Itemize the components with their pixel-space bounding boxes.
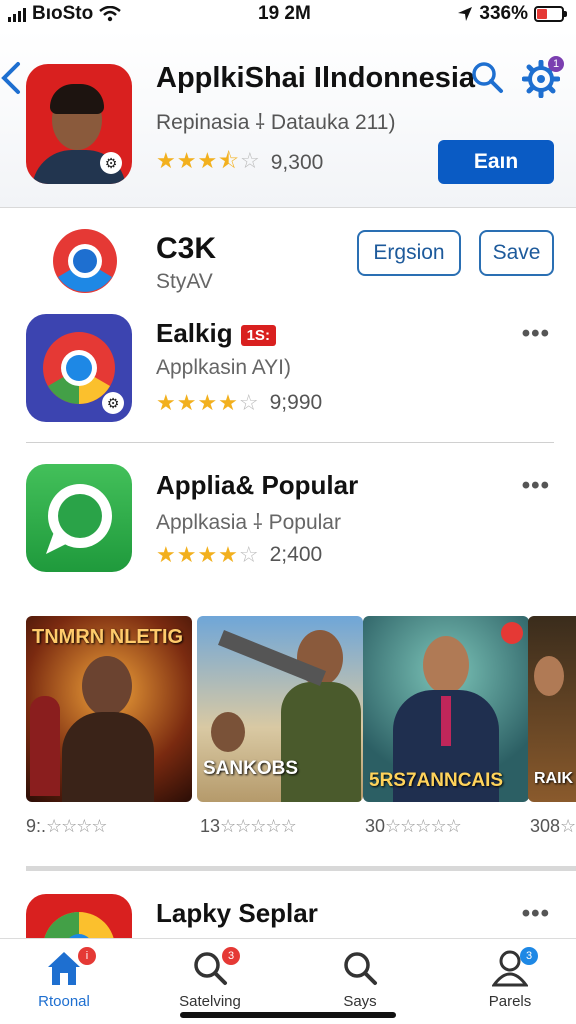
- tab-label: Rtoonal: [38, 993, 90, 1010]
- tab-label: Parels: [488, 993, 532, 1010]
- carousel-card[interactable]: 5RS7ANNCAIS: [363, 616, 529, 802]
- new-tag: 1S:: [240, 324, 276, 346]
- card-rating: 13☆☆☆☆☆: [200, 816, 297, 837]
- tab-search[interactable]: 3 Satelving: [150, 945, 270, 1015]
- featured-app-header: ⚙ ApplkiShai Ilndonnesia Repinasia ⸸ Dat…: [0, 30, 576, 208]
- notification-badge: 3: [520, 947, 538, 965]
- card-title: TNMRN NLETIG: [32, 626, 184, 648]
- clock: 19 2M: [258, 3, 311, 24]
- rating-value: 9:.: [26, 816, 47, 836]
- rating-value: 308: [530, 816, 561, 836]
- rating-count: 9;990: [269, 391, 323, 414]
- app-subtitle: Applkasin AYI): [156, 356, 292, 379]
- app-icon[interactable]: ⚙: [26, 314, 132, 422]
- tab-says[interactable]: Says: [300, 945, 420, 1015]
- star-rating: ★★★★☆: [156, 390, 260, 415]
- star-rating: ☆: [560, 816, 576, 836]
- star-rating: ★★★⯪☆: [156, 148, 261, 173]
- chat-bubble-icon: [46, 484, 112, 554]
- card-title: SANKOBS: [203, 758, 299, 779]
- carousel-card[interactable]: SANKOBS: [197, 616, 363, 802]
- rating-row: ★★★★☆ 2;400: [156, 542, 322, 568]
- carrier-label: BıoSto: [32, 3, 94, 24]
- app-subtitle: Applkasia ⸸ Popular: [156, 511, 341, 534]
- app-subtitle: StyAV: [156, 270, 213, 293]
- tab-label: Satelving: [179, 993, 241, 1010]
- card-rating: 9:.☆☆☆☆: [26, 816, 108, 837]
- save-button[interactable]: Save: [479, 230, 554, 276]
- search-icon[interactable]: [470, 60, 504, 94]
- tab-profile[interactable]: 3 Parels: [450, 945, 570, 1015]
- card-title: RAIK: [534, 770, 574, 787]
- star-rating: ☆☆☆☆☆: [220, 816, 297, 836]
- home-indicator: [180, 1012, 396, 1018]
- list-item[interactable]: Lapky Seplar •••: [0, 892, 576, 938]
- rating-row: ★★★★☆ 9;990: [156, 390, 322, 416]
- star-rating: ☆☆☆☆☆: [385, 816, 462, 836]
- tab-home[interactable]: i Rtoonal: [4, 945, 124, 1015]
- carousel-card[interactable]: RAIK: [528, 616, 576, 802]
- get-button[interactable]: Eaın: [438, 140, 554, 184]
- card-rating: 30☆☆☆☆☆: [365, 816, 462, 837]
- wifi-icon: [99, 6, 121, 22]
- app-icon[interactable]: [26, 464, 132, 572]
- settings-button[interactable]: 1: [522, 56, 564, 98]
- app-subtitle: Repinasia ⸸ Datauka 211): [156, 111, 396, 134]
- app-title: Ealkig 1S:: [156, 318, 276, 349]
- app-title: Applia& Popular: [156, 470, 359, 500]
- version-button[interactable]: Ergsion: [357, 230, 461, 276]
- rating-count: 2;400: [269, 543, 323, 566]
- star-rating: ☆☆☆☆: [46, 816, 108, 836]
- rating-row: ★★★⯪☆ 9,300: [156, 144, 323, 182]
- list-item: C3K StyAV Ergsion Save: [0, 208, 576, 308]
- list-item[interactable]: Applia& Popular Applkasia ⸸ Popular ★★★★…: [0, 462, 576, 586]
- card-title: 5RS7ANNCAIS: [369, 770, 504, 791]
- featured-app-icon[interactable]: ⚙: [26, 64, 132, 184]
- battery-icon: [534, 6, 567, 22]
- page-title: ApplkiShai Ilndonnesia: [156, 62, 476, 94]
- battery-percent: 336%: [479, 3, 528, 24]
- more-options-button[interactable]: •••: [522, 900, 550, 928]
- list-item[interactable]: ⚙ Ealkig 1S: Applkasin AYI) ★★★★☆ 9;990 •…: [0, 312, 576, 436]
- more-options-button[interactable]: •••: [522, 472, 550, 500]
- star-rating: ★★★★☆: [156, 542, 260, 567]
- browser-logo-icon: [53, 229, 117, 293]
- featured-carousel[interactable]: TNMRN NLETIG SANKOBS 5RS7ANNCAIS RAIK 9:…: [26, 616, 576, 846]
- rating-value: 13: [200, 816, 221, 836]
- gear-badge-icon: ⚙: [100, 152, 122, 174]
- status-bar: BıoSto 19 2M 336%: [0, 0, 576, 30]
- divider: [26, 442, 554, 443]
- carousel-card[interactable]: TNMRN NLETIG: [26, 616, 192, 802]
- chrome-icon: [44, 912, 114, 938]
- tab-label: Says: [343, 993, 377, 1010]
- app-title: Lapky Seplar: [156, 898, 318, 928]
- signal-icon: [8, 6, 26, 22]
- settings-badge: 1: [548, 56, 564, 72]
- back-chevron-icon[interactable]: [0, 58, 22, 98]
- rating-value: 30: [365, 816, 386, 836]
- rating-count: 9,300: [270, 151, 324, 174]
- app-title: C3K: [156, 232, 217, 265]
- section-divider: [26, 866, 576, 871]
- app-title-text: Ealkig: [156, 318, 233, 348]
- gear-badge-icon: ⚙: [102, 392, 124, 414]
- card-rating: 308☆: [530, 816, 576, 837]
- home-icon: [48, 952, 80, 985]
- location-arrow-icon: [458, 7, 473, 21]
- notification-badge: i: [78, 947, 96, 965]
- app-icon[interactable]: [26, 894, 132, 938]
- notification-badge: 3: [222, 947, 240, 965]
- search-icon: [344, 952, 377, 985]
- more-options-button[interactable]: •••: [522, 320, 550, 348]
